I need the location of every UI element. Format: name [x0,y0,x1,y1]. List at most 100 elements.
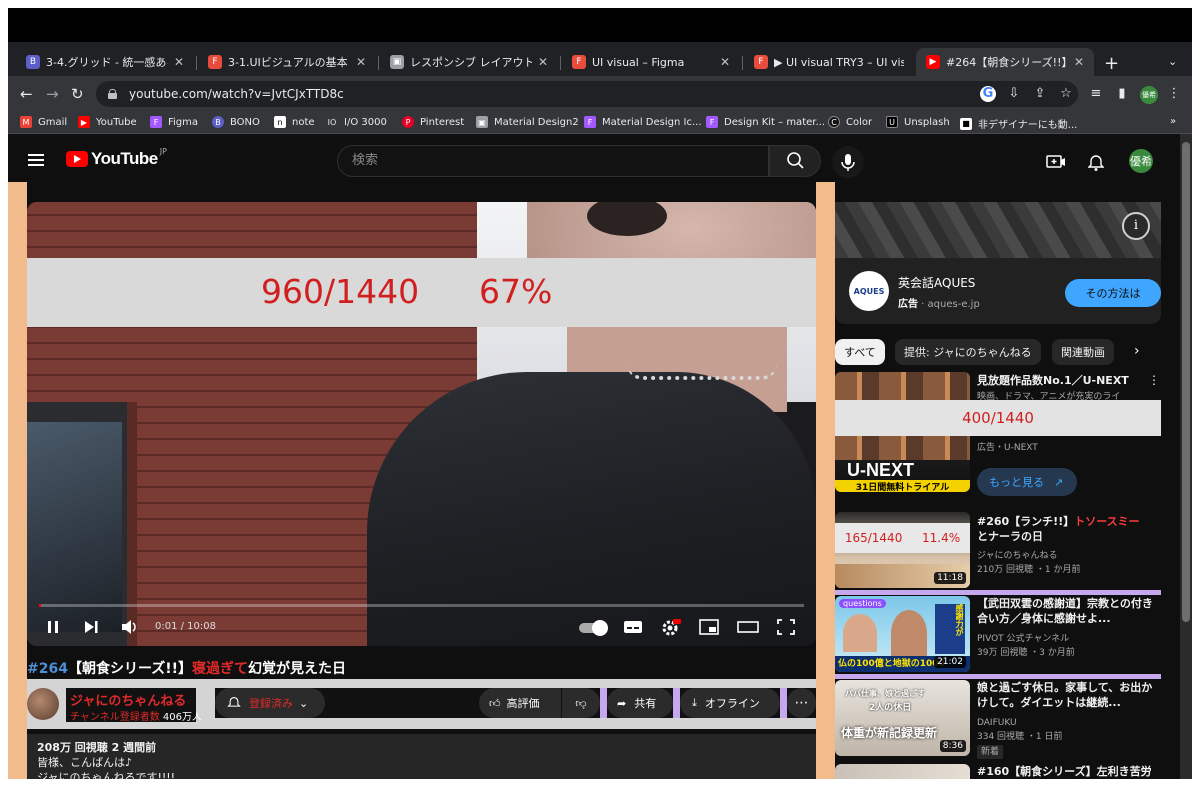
related-title[interactable]: 見放題作品数No.1／U-NEXT [977,373,1157,388]
info-icon[interactable]: i [1122,212,1150,240]
chevron-right-icon[interactable]: › [1134,343,1140,359]
theater-mode-icon[interactable] [737,619,759,635]
ad-domain: aques-e.jp [927,299,980,310]
ad-title[interactable]: 英会話AQUES [898,274,975,291]
related-thumbnail[interactable]: パパ仕事、娘と過ごす 2人の休日 体重が新記録更新 8:36 [835,680,970,756]
close-icon[interactable]: ✕ [1074,55,1084,69]
new-tab-button[interactable]: + [1104,53,1119,74]
related-channel: PIVOT 公式チャンネル [977,634,1070,644]
tab-responsive-layout[interactable]: ▣ レスポンシブ レイアウト グリッ ✕ [380,48,558,76]
size-annotation: 400/1440 [835,400,1161,436]
google-icon[interactable]: G [980,86,996,102]
like-button[interactable]: 👍︎ 高評価 [479,688,561,718]
tab-ui-visual-try3[interactable]: F ▶ UI visual TRY3 – UI visual [744,48,914,76]
channel-name[interactable]: ジャにのちゃんねる [70,690,186,709]
tab-ui-visual-figma[interactable]: F UI visual – Figma ✕ [562,48,740,76]
share-button[interactable]: ➦ 共有 [607,688,673,718]
progress-bar[interactable] [39,604,804,607]
kebab-menu-icon[interactable]: ⋮ [1166,86,1182,102]
close-icon[interactable]: ✕ [538,55,548,69]
bookmark-note[interactable]: n note [274,116,315,128]
media-icon[interactable]: ≡ [1088,86,1104,102]
subscribed-button[interactable]: 登録済み ⌄ [215,688,325,718]
thumbs-up-icon: 👍︎ [489,696,501,710]
bookmark-design-kit[interactable]: F Design Kit – mater... [706,116,825,128]
bookmark-label: Color [846,116,873,128]
learn-more-button[interactable]: もっと見る ↗ [977,468,1077,496]
duration-badge: 21:02 [934,656,966,668]
download-icon: ⤓ [692,696,697,709]
bookmark-figma[interactable]: F Figma [150,116,198,128]
tab-ui-visual-basics[interactable]: F 3-1.UIビジュアルの基本 – F ✕ [198,48,376,76]
bookmarks-overflow-icon[interactable]: » [1170,116,1176,127]
close-icon[interactable]: ✕ [720,55,730,69]
bookmark-label: Material Design Ic... [602,116,702,128]
reload-icon[interactable]: ↻ [71,85,84,103]
close-icon[interactable]: ✕ [356,55,366,69]
bookmark-youtube[interactable]: ▶ YouTube [78,116,137,128]
bookmark-bono[interactable]: B BONO [212,116,260,128]
bookmark-io3000[interactable]: IO I/O 3000 [326,116,387,128]
channel-avatar[interactable] [27,688,59,720]
kebab-menu-icon[interactable]: ⋮ [1148,373,1160,387]
related-thumbnail[interactable]: questions 感謝力が 仏の100億と地獄の1000 21:02 [835,596,970,672]
account-avatar[interactable]: 優希 [1129,149,1153,173]
ad-banner-image[interactable] [835,202,1161,258]
related-title[interactable]: 娘と過ごす休日。家事して、お出かけして。ダイエットは継続... [977,680,1157,710]
bookmark-unsplash[interactable]: U Unsplash [886,116,950,128]
side-panel-icon[interactable]: ▮ [1114,86,1130,102]
profile-avatar[interactable]: 優希 [1140,86,1158,104]
settings-gear-icon[interactable] [661,619,681,637]
more-actions-icon[interactable]: ⋯ [787,688,816,718]
voice-search-button[interactable] [832,146,864,178]
title-highlight: トソースミー [1074,515,1140,528]
subtitles-icon[interactable] [623,619,643,635]
bookmark-pinterest[interactable]: P Pinterest [402,116,464,128]
install-icon[interactable]: ⇩ [1006,86,1022,102]
scrollbar-thumb[interactable] [1182,142,1190,622]
next-icon[interactable] [83,619,99,635]
search-input[interactable]: 検索 [337,145,769,177]
chip-all[interactable]: すべて [835,339,885,365]
related-title[interactable]: 【武田双雲の感謝道】宗教との付き合い方／身体に感謝せよ... [977,596,1157,626]
tab-title: 3-1.UIビジュアルの基本 – F [228,56,350,69]
back-arrow-icon[interactable]: ← [20,85,33,103]
address-bar[interactable]: youtube.com/watch?v=JvtCJxTTD8c [96,81,1078,107]
search-button[interactable] [769,145,821,177]
miniplayer-icon[interactable] [699,619,719,635]
download-button[interactable]: ⤓ オフライン [680,688,780,718]
bookmark-color[interactable]: C Color [828,116,872,128]
bookmark-gmail[interactable]: M Gmail [20,116,67,128]
notifications-bell-icon[interactable] [1088,154,1104,172]
close-icon[interactable]: ✕ [174,55,184,69]
autoplay-toggle[interactable] [579,620,608,636]
bookmark-label: note [292,116,315,128]
bookmark-material-design-icons[interactable]: F Material Design Ic... [584,116,702,128]
description-box[interactable]: 208万 回視聴 2 週間前 皆様、こんばんは♪ ジャにのちゃんねるです!!!! [27,734,816,779]
hamburger-menu-icon[interactable] [28,154,44,166]
related-thumbnail[interactable] [835,764,970,779]
dislike-button[interactable]: 👎︎ [562,688,600,718]
bookmark-label: Unsplash [904,116,950,128]
volume-icon[interactable] [121,619,139,635]
forward-arrow-icon[interactable]: → [46,85,59,103]
fullscreen-icon[interactable] [777,619,795,635]
share-icon[interactable]: ⇪ [1032,86,1048,102]
youtube-logo[interactable]: YouTube JP [66,147,167,169]
bookmark-material-design2[interactable]: ▣ Material Design2 [476,116,579,128]
video-player[interactable]: 960/1440 67% 0:01 / 10:08 [27,202,816,646]
tab-youtube-active[interactable]: ▶ #264【朝食シリーズ!!】幕 ✕ [916,48,1094,76]
pause-icon[interactable] [45,619,61,635]
page-scrollbar[interactable] [1180,134,1192,779]
tab-search-icon[interactable]: ⌄ [1168,55,1177,68]
create-video-icon[interactable] [1046,154,1066,170]
chip-related[interactable]: 関連動画 [1052,339,1114,365]
bookmark-non-designer[interactable]: ■ 非デザイナーにも動... [960,116,1077,131]
tab-grid[interactable]: B 3-4.グリッド - 統一感あるサイ ✕ [16,48,194,76]
related-title[interactable]: #260【ランチ!!】トソースミー とナーラの日 [977,514,1157,544]
related-title[interactable]: #160【朝食シリーズ】左利き苦労が露呈した日 [977,764,1157,779]
bookmark-star-icon[interactable]: ☆ [1058,86,1074,102]
chip-provided-by[interactable]: 提供: ジャにのちゃんねる [895,339,1041,365]
ad-cta-button[interactable]: その方法は [1065,279,1161,307]
address-text: youtube.com/watch?v=JvtCJxTTD8c [129,87,344,101]
